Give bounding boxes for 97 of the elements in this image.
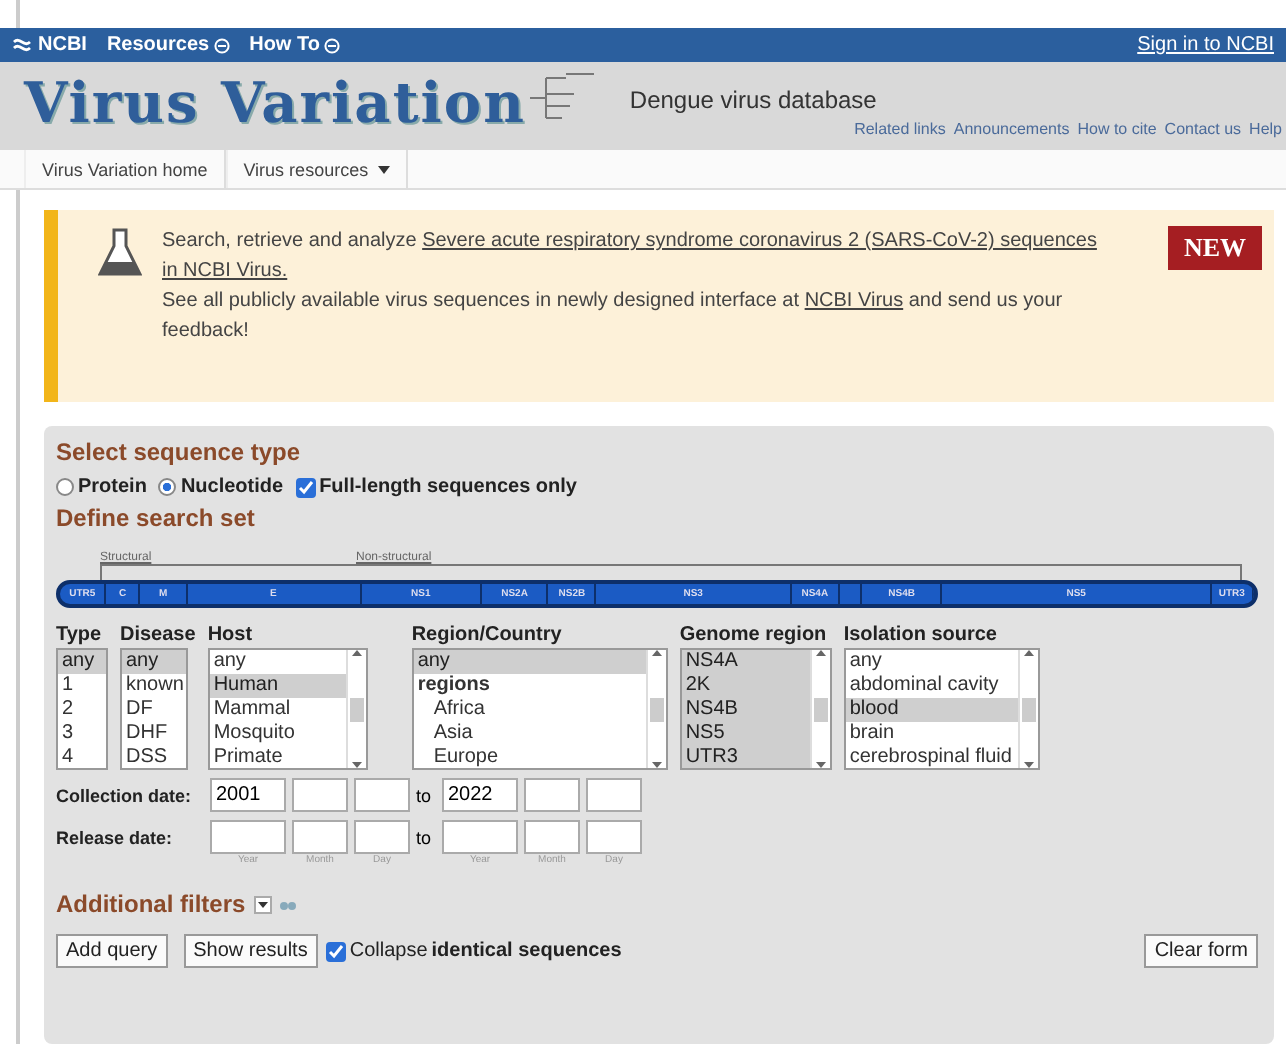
- list-option[interactable]: any: [209, 650, 346, 674]
- list-option[interactable]: Europe: [413, 746, 646, 768]
- collapse-circle-icon: [323, 37, 340, 53]
- list-label: Region/Country: [411, 624, 564, 646]
- ncbi-virus-link[interactable]: in NCBI Virus.: [162, 260, 288, 282]
- menu-link[interactable]: Resources: [106, 34, 230, 56]
- nav-tab[interactable]: Virus resources: [225, 150, 409, 188]
- list-option[interactable]: any: [58, 650, 106, 674]
- menu-link[interactable]: How To: [249, 34, 340, 56]
- list-option[interactable]: Human: [209, 674, 346, 698]
- site-logo: Virus Variation: [24, 70, 526, 136]
- date-field[interactable]: 2001: [210, 778, 286, 812]
- range-separator: to: [416, 827, 434, 847]
- list-option[interactable]: DF: [122, 698, 186, 722]
- scrollbar-icon: [809, 650, 830, 768]
- list-option[interactable]: abdominal cavity: [845, 674, 1018, 698]
- header-link[interactable]: Help: [1249, 120, 1282, 138]
- list-option[interactable]: DSS: [122, 746, 186, 768]
- list-option[interactable]: regions: [413, 674, 646, 698]
- range-separator: to: [416, 785, 434, 805]
- list-option[interactable]: any: [413, 650, 646, 674]
- section-heading: Additional filters: [56, 890, 246, 918]
- radio-option[interactable]: Nucleotide: [158, 476, 284, 498]
- date-field[interactable]: [292, 820, 348, 854]
- collapse-circle-icon: [213, 37, 230, 53]
- list-option[interactable]: 4: [58, 746, 106, 768]
- form-button[interactable]: Add query: [56, 934, 168, 968]
- list-label: Type: [56, 624, 104, 646]
- ncbi-virus-link[interactable]: NCBI Virus: [804, 290, 904, 312]
- list-box[interactable]: any known DF DHF DSS: [120, 648, 188, 770]
- list-option[interactable]: blood: [845, 698, 1018, 722]
- section-heading: Define search set: [56, 504, 257, 532]
- date-field[interactable]: [210, 820, 286, 854]
- list-option[interactable]: NS5: [681, 722, 810, 746]
- header-link[interactable]: Related links: [854, 120, 946, 138]
- database-subtitle: Dengue virus database: [629, 86, 877, 114]
- list-label: Host: [207, 624, 255, 646]
- list-box[interactable]: NS4A 2K NS4B NS5 UTR3: [679, 648, 832, 770]
- dropdown-toggle-icon[interactable]: [253, 895, 272, 913]
- list-option[interactable]: known: [122, 674, 186, 698]
- ncbi-link[interactable]: NCBI: [38, 34, 87, 56]
- list-option[interactable]: Asia: [413, 722, 646, 746]
- list-option[interactable]: Mammal: [209, 698, 346, 722]
- list-option[interactable]: any: [845, 650, 1018, 674]
- list-option[interactable]: 3: [58, 722, 106, 746]
- flask-icon: [98, 226, 142, 278]
- list-option[interactable]: brain: [845, 722, 1018, 746]
- list-option[interactable]: UTR3: [681, 746, 810, 768]
- list-option[interactable]: any: [122, 650, 186, 674]
- date-field[interactable]: [586, 820, 642, 854]
- list-option[interactable]: NS4B: [681, 698, 810, 722]
- date-field[interactable]: [524, 778, 580, 812]
- date-field[interactable]: [354, 778, 410, 812]
- nav-tab[interactable]: Virus Variation home: [24, 150, 226, 188]
- list-option[interactable]: NS4A: [681, 650, 810, 674]
- list-option[interactable]: Mosquito: [209, 722, 346, 746]
- date-label: Collection date:: [56, 785, 194, 805]
- date-field[interactable]: [354, 820, 410, 854]
- list-box[interactable]: any 1 2 3 4: [56, 648, 108, 770]
- scrollbar-icon: [345, 650, 366, 768]
- date-field[interactable]: [442, 820, 518, 854]
- list-label: Disease: [120, 624, 196, 646]
- announcement-text: Search, retrieve and analyze Severe acute respiratory syndrome coronavirus 2 (SARS-CoV-2) sequences in NCBI Virus. See all publicly available virus sequences in newly designed interface at NCBI Virus and send us your feedback!: [162, 228, 1099, 346]
- date-field[interactable]: 2022: [442, 778, 518, 812]
- list-option[interactable]: 2K: [681, 674, 810, 698]
- header-link[interactable]: Announcements: [953, 120, 1070, 138]
- date-field[interactable]: [292, 778, 348, 812]
- list-option[interactable]: cerebrospinal fluid: [845, 746, 1018, 768]
- list-option[interactable]: DHF: [122, 722, 186, 746]
- header-link[interactable]: Contact us: [1164, 120, 1242, 138]
- caret-icon: [378, 165, 391, 173]
- form-button[interactable]: Show results: [183, 934, 318, 968]
- sars-cov-2-link[interactable]: Severe acute respiratory syndrome coronavirus 2 (SARS-CoV-2) sequences: [422, 230, 1097, 252]
- checkbox-option[interactable]: Full-length sequences only: [295, 476, 577, 498]
- radio-option[interactable]: Protein: [56, 476, 147, 498]
- list-box[interactable]: any regions Africa Asia Europe: [411, 648, 668, 770]
- date-field[interactable]: [524, 820, 580, 854]
- new-badge: NEW: [1167, 226, 1262, 270]
- list-box[interactable]: any abdominal cavity blood brain cerebrospinal fluid: [843, 648, 1040, 770]
- list-option[interactable]: Primate: [209, 746, 346, 768]
- checkbox-option[interactable]: Collapse identical sequences: [325, 940, 622, 962]
- header-link[interactable]: How to cite: [1077, 120, 1157, 138]
- clear-form-button[interactable]: Clear form: [1144, 934, 1258, 968]
- date-field[interactable]: [586, 778, 642, 812]
- section-heading: Select sequence type: [56, 438, 303, 466]
- binoculars-icon: [279, 898, 296, 910]
- list-option[interactable]: Africa: [413, 698, 646, 722]
- scrollbar-icon: [645, 650, 666, 768]
- list-option[interactable]: 1: [58, 674, 106, 698]
- ncbi-logo-icon: [12, 35, 32, 55]
- date-label: Release date:: [56, 827, 175, 847]
- scrollbar-icon: [1017, 650, 1038, 768]
- sign-in-link[interactable]: Sign in to NCBI: [1137, 34, 1274, 56]
- list-box[interactable]: any Human Mammal Mosquito Primate: [207, 648, 368, 770]
- list-option[interactable]: 2: [58, 698, 106, 722]
- list-label: Isolation source: [843, 624, 999, 646]
- list-label: Genome region: [679, 624, 829, 646]
